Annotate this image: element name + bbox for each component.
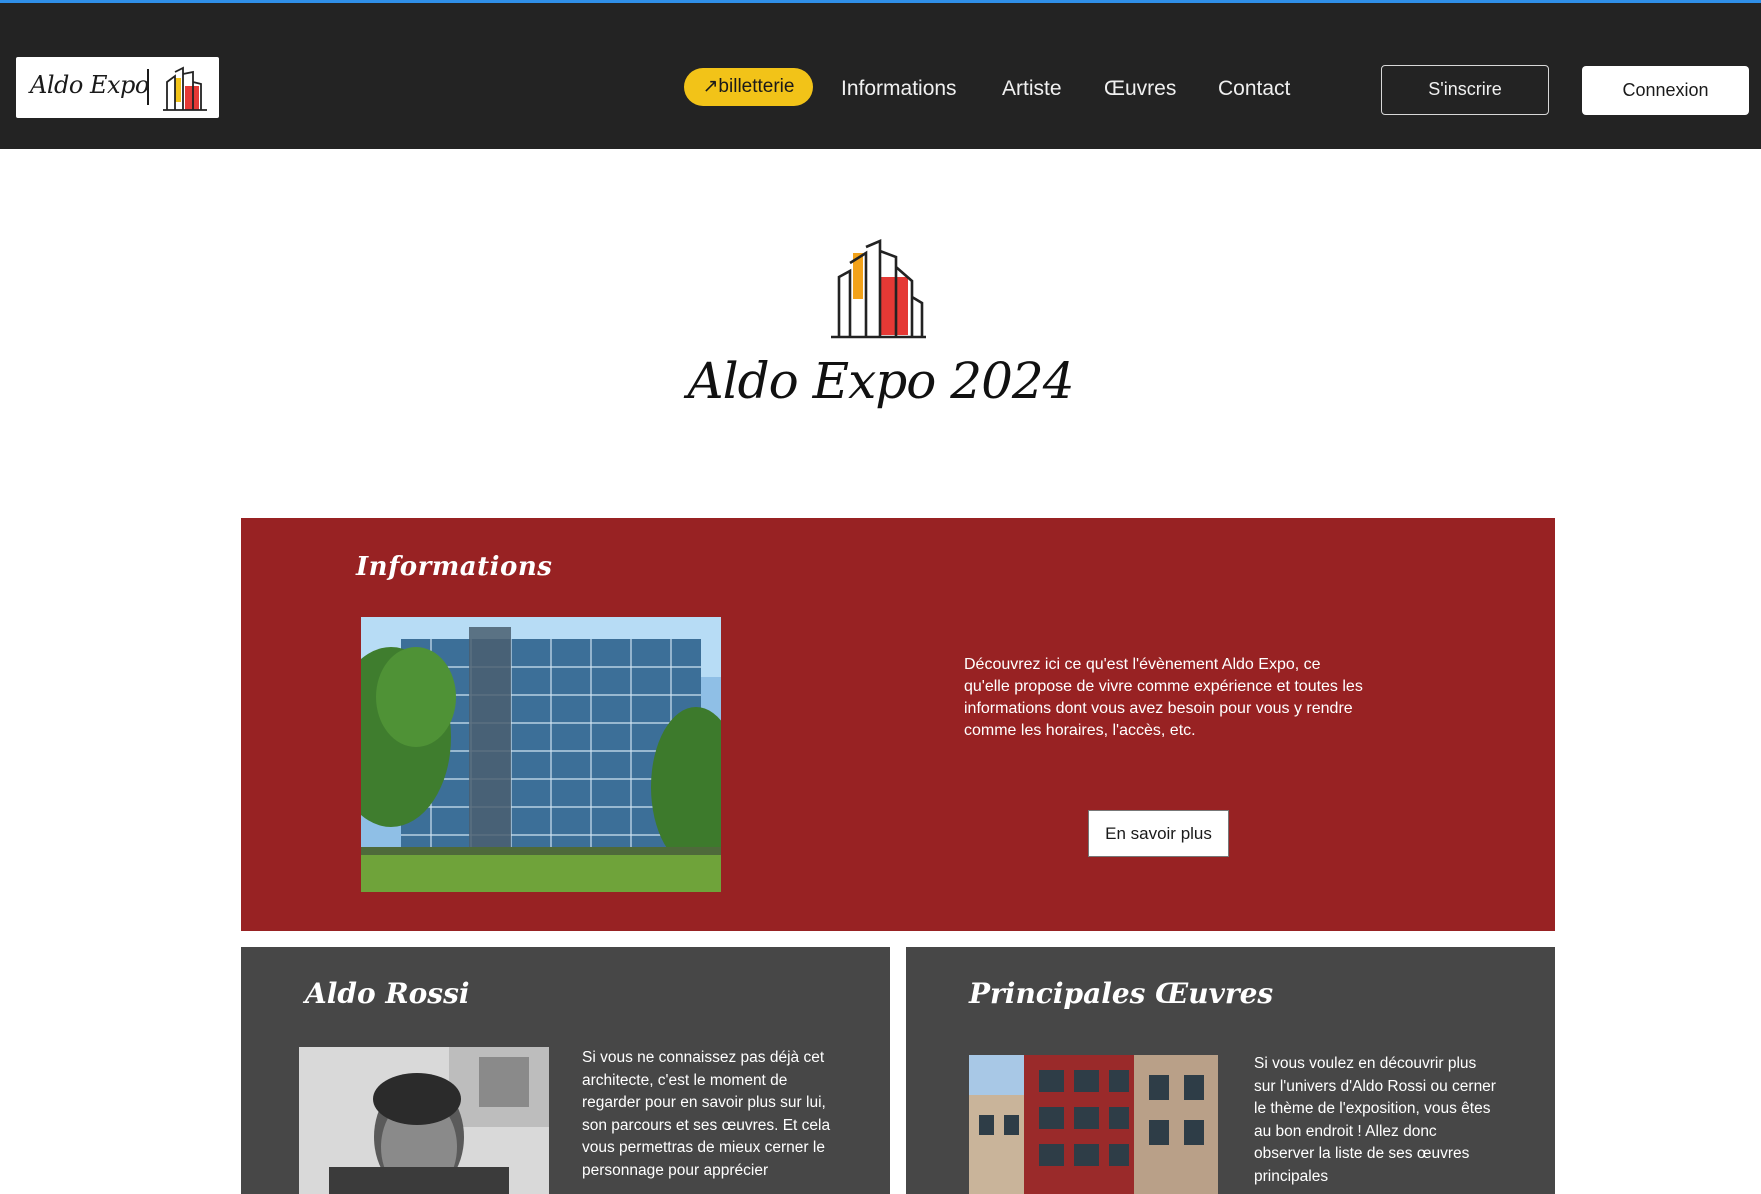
site-logo[interactable]: Aldo Expo	[16, 57, 219, 118]
info-description: Découvrez ici ce qu'est l'évènement Aldo…	[964, 656, 1363, 739]
logo-divider	[147, 69, 149, 105]
info-section: Informations Découvrez ici ce qu'est l'é…	[241, 518, 1555, 931]
nav-artiste[interactable]: Artiste	[1002, 77, 1062, 101]
artist-card-title: Aldo Rossi	[305, 977, 470, 1010]
works-card-title: Principales Œuvres	[969, 977, 1274, 1010]
nav-contact[interactable]: Contact	[1218, 77, 1290, 101]
artist-card-text: Si vous ne connaissez pas déjà cet archi…	[582, 1049, 831, 1179]
hero-title: Aldo Expo 2024	[687, 352, 1074, 410]
buildings-logo-icon	[831, 239, 926, 339]
site-header: Aldo Expo ↗billetterie Informations Arti…	[0, 3, 1761, 149]
glass-building-photo	[361, 617, 721, 892]
login-button[interactable]: Connexion	[1582, 66, 1749, 115]
works-card: Principales Œuvres Si vous voulez en déc…	[906, 947, 1555, 1194]
nav-informations[interactable]: Informations	[841, 77, 957, 101]
works-card-text: Si vous voulez en découvrir plus sur l'u…	[1254, 1055, 1496, 1185]
learn-more-button[interactable]: En savoir plus	[1088, 810, 1229, 857]
buildings-logo-icon	[163, 66, 207, 111]
portrait-photo	[299, 1047, 549, 1194]
artist-card: Aldo Rossi Si vous ne connaissez pas déj…	[241, 947, 890, 1194]
facade-photo	[969, 1055, 1218, 1194]
nav-billetterie[interactable]: ↗billetterie	[684, 68, 813, 106]
info-title: Informations	[356, 552, 553, 582]
logo-text: Aldo Expo	[30, 71, 149, 99]
signup-button[interactable]: S'inscrire	[1381, 65, 1549, 115]
nav-oeuvres[interactable]: Œuvres	[1104, 77, 1176, 101]
